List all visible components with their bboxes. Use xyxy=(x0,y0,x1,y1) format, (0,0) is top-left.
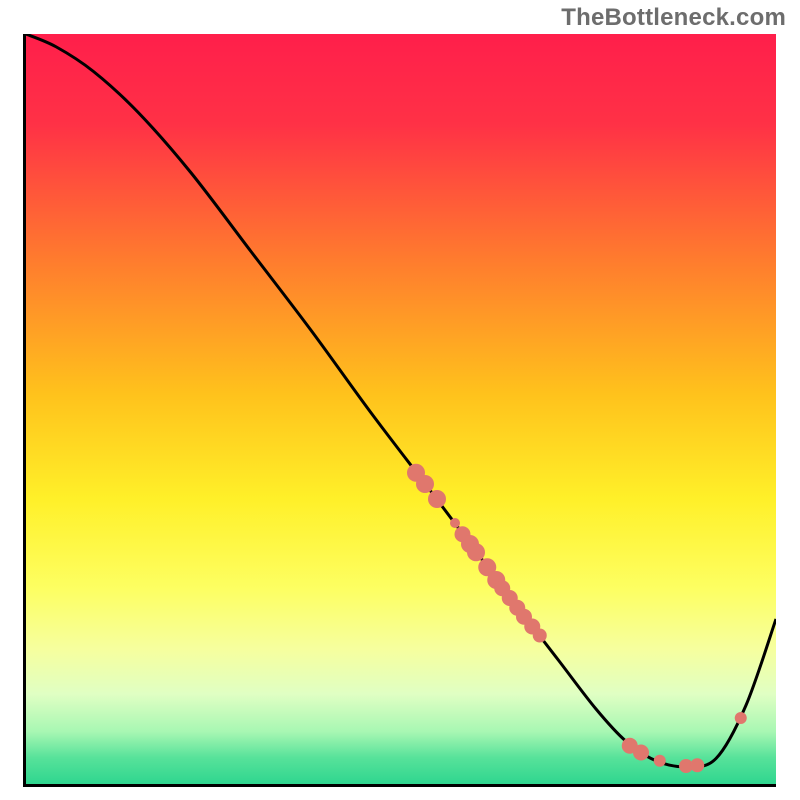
data-point xyxy=(416,475,434,493)
data-point xyxy=(690,758,704,772)
data-point xyxy=(654,755,666,767)
bottleneck-curve xyxy=(26,34,776,767)
chart-curve-layer xyxy=(26,34,776,784)
data-points-group xyxy=(407,464,747,773)
data-point xyxy=(467,543,485,561)
watermark-label: TheBottleneck.com xyxy=(561,4,786,32)
data-point xyxy=(735,712,747,724)
data-point xyxy=(633,745,649,761)
data-point xyxy=(428,490,446,508)
data-point xyxy=(450,518,460,528)
chart-plot-area xyxy=(23,34,776,787)
data-point xyxy=(533,629,547,643)
